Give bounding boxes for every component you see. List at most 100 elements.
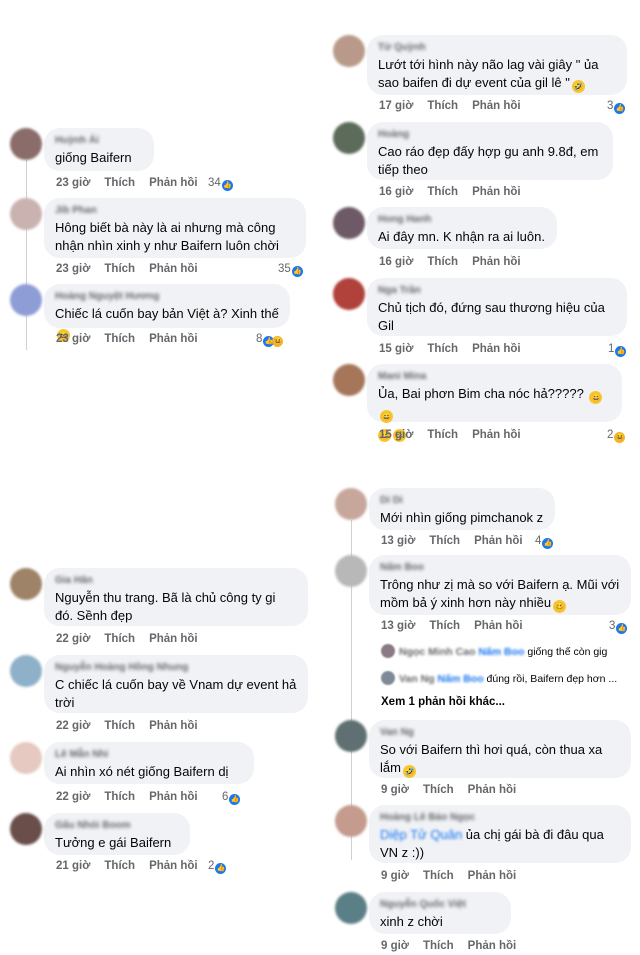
comment-author[interactable]: Van Ng [380, 726, 620, 739]
comment-text: Hông biết bà này là ai nhưng mà công nhậ… [55, 220, 279, 253]
comment-author[interactable]: Nguyễn Quốc Việt [380, 898, 500, 911]
reply-button[interactable]: Phản hồi [472, 256, 521, 268]
like-button[interactable]: Thích [427, 256, 458, 268]
reply-button[interactable]: Phản hồi [149, 720, 198, 732]
reaction-count[interactable]: 3 👍 [609, 619, 628, 634]
comment-author[interactable]: Nguyễn Hoàng Hồng Nhung [55, 661, 297, 674]
reply-preview[interactable]: Ngọc Minh Cao Nấm Boo giống thế còn gig [381, 644, 607, 659]
comment-author[interactable]: Từ Quỳnh [378, 41, 616, 54]
like-button[interactable]: Thích [104, 633, 135, 645]
grinning-emoji-icon: 😄 [380, 410, 393, 423]
comment-time: 9 giờ [381, 940, 409, 952]
comment-author[interactable]: Di Di [380, 494, 544, 507]
reply-button[interactable]: Phản hồi [468, 870, 517, 882]
reply-preview[interactable]: Van Ng Nấm Boo đúng rồi, Baifern đẹp hơn… [381, 671, 617, 686]
avatar[interactable] [10, 284, 42, 316]
like-button[interactable]: Thích [427, 343, 458, 355]
reply-button[interactable]: Phản hồi [472, 343, 521, 355]
comment-author[interactable]: Huỳnh Ái [55, 134, 143, 147]
avatar[interactable] [10, 655, 42, 687]
rofl-emoji-icon: 🤣 [571, 80, 585, 93]
reply-button[interactable]: Phản hồi [474, 535, 523, 547]
comment-time: 16 giờ [379, 186, 414, 198]
avatar[interactable] [335, 720, 367, 752]
comment-meta: 13 giờ Thích Phản hồi [381, 619, 537, 633]
reply-button[interactable]: Phản hồi [468, 784, 517, 796]
comment-author[interactable]: Hoàng [378, 128, 602, 141]
avatar[interactable] [333, 35, 365, 67]
comment-author[interactable]: Nấm Boo [380, 561, 620, 574]
reaction-count[interactable]: 1 👍 [608, 342, 627, 357]
comment-author[interactable]: Jib Phan [55, 204, 295, 217]
avatar[interactable] [335, 555, 367, 587]
avatar[interactable] [335, 488, 367, 520]
like-button[interactable]: Thích [429, 620, 460, 632]
reply-text: giống thế còn gig [527, 646, 608, 658]
like-button[interactable]: Thích [104, 333, 135, 345]
comment-author[interactable]: Hoàng Lê Bảo Ngọc [380, 811, 620, 824]
reply-button[interactable]: Phản hồi [474, 620, 523, 632]
avatar[interactable] [333, 122, 365, 154]
avatar[interactable] [10, 568, 42, 600]
reply-button[interactable]: Phản hồi [472, 429, 521, 441]
comment-text: Chủ tịch đó, đứng sau thương hiệu của Gi… [378, 300, 605, 333]
avatar[interactable] [333, 207, 365, 239]
reaction-count[interactable]: 34 👍 [208, 176, 233, 191]
like-button[interactable]: Thích [104, 720, 135, 732]
reply-button[interactable]: Phản hồi [472, 186, 521, 198]
reaction-count[interactable]: 8 👍😆 [256, 332, 284, 347]
comment-author[interactable]: Nga Trần [378, 284, 616, 297]
like-reaction-icon: 👍 [215, 863, 227, 874]
avatar[interactable] [333, 364, 365, 396]
comment-author[interactable]: Hoàng Nguyệt Hương [55, 290, 279, 303]
reaction-count[interactable]: 35 👍 [278, 262, 303, 277]
like-button[interactable]: Thích [104, 263, 135, 275]
reply-button[interactable]: Phản hồi [149, 860, 198, 872]
reply-button[interactable]: Phản hồi [468, 940, 517, 952]
avatar[interactable] [10, 813, 42, 845]
comment-text: xinh z chời [380, 914, 443, 929]
reply-button[interactable]: Phản hồi [149, 791, 198, 803]
like-button[interactable]: Thích [429, 535, 460, 547]
comment-text: Diệp Tử Quân ủa chị gái bà đi đâu qua VN… [380, 827, 604, 860]
reaction-count[interactable]: 2 👍 [208, 859, 227, 874]
avatar[interactable] [10, 198, 42, 230]
comment-author[interactable]: Gấu Nhỏi Boom [55, 819, 179, 832]
like-button[interactable]: Thích [104, 860, 135, 872]
avatar[interactable] [10, 742, 42, 774]
reaction-count[interactable]: 2 😆 [607, 428, 626, 443]
like-button[interactable]: Thích [427, 429, 458, 441]
reply-button[interactable]: Phản hồi [472, 100, 521, 112]
mention-link[interactable]: Diệp Tử Quân [380, 827, 462, 842]
like-button[interactable]: Thích [423, 870, 454, 882]
reaction-count[interactable]: 6 👍 [222, 790, 241, 805]
comment-bubble: Hoàng Nguyệt Hương Chiếc lá cuốn bay bản… [44, 284, 290, 342]
avatar[interactable] [335, 892, 367, 924]
avatar[interactable] [335, 805, 367, 837]
reaction-count[interactable]: 4 👍 [535, 534, 554, 549]
comment-bubble: Gia Hân Nguyễn thu trang. Bã là chủ công… [44, 568, 308, 626]
comment-bubble: Jib Phan Hông biết bà này là ai nhưng mà… [44, 198, 306, 258]
like-button[interactable]: Thích [427, 100, 458, 112]
like-button[interactable]: Thích [427, 186, 458, 198]
reply-button[interactable]: Phản hồi [149, 333, 198, 345]
like-reaction-icon: 👍 [542, 538, 554, 549]
avatar[interactable] [10, 128, 42, 160]
like-button[interactable]: Thích [423, 784, 454, 796]
view-more-replies-link[interactable]: Xem 1 phản hồi khác... [381, 696, 505, 708]
reply-button[interactable]: Phản hồi [149, 177, 198, 189]
like-button[interactable]: Thích [104, 791, 135, 803]
reaction-count[interactable]: 3 👍 [607, 99, 626, 114]
avatar[interactable] [333, 278, 365, 310]
comment-author[interactable]: Gia Hân [55, 574, 297, 587]
comment-time: 23 giờ [56, 263, 91, 275]
like-button[interactable]: Thích [104, 177, 135, 189]
reply-button[interactable]: Phản hồi [149, 263, 198, 275]
comment-author[interactable]: Hong Hanh [378, 213, 546, 226]
comment-author[interactable]: Mani Mina [378, 370, 611, 383]
reply-button[interactable]: Phản hồi [149, 633, 198, 645]
like-button[interactable]: Thích [423, 940, 454, 952]
comment-bubble: Từ Quỳnh Lướt tới hình này não lag vài g… [367, 35, 627, 95]
comment-meta: 15 giờ Thích Phản hồi [379, 428, 535, 442]
comment-author[interactable]: Lê Mẫn Nhi [55, 748, 243, 761]
